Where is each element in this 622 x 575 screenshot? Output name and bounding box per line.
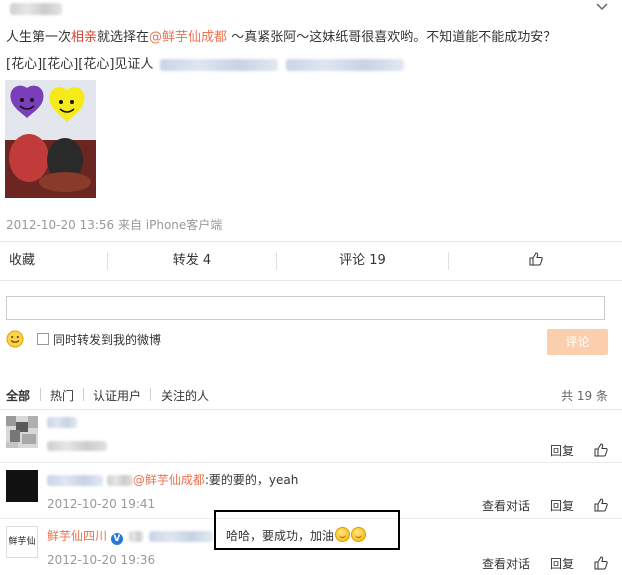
comment-text: 鲜芋仙四川 V [47,527,213,545]
reply-button[interactable]: 回复 [550,442,574,459]
commenter-name[interactable] [47,475,103,486]
verified-v-icon: V [110,533,123,545]
repost-checkbox[interactable] [37,333,49,345]
reply-button[interactable]: 回复 [550,497,574,514]
like-button[interactable] [449,242,622,280]
blurred-mention[interactable] [159,58,278,71]
post-text-line1: 人生第一次相亲就选择在@鲜芋仙成都 ～真紧张阿～这妹纸哥很喜欢哟。不知道能不能成… [6,30,557,45]
reply-button[interactable]: 回复 [550,555,574,572]
comment-filter-bar: 全部 热门 认证用户 关注的人 共 19 条 [0,379,622,410]
filter-verified[interactable]: 认证用户 [93,387,141,404]
post-photo[interactable] [5,80,96,198]
verified-badge [106,475,133,486]
post-author-name[interactable] [10,3,62,15]
highlight-box [214,510,400,550]
comment-time [47,441,107,451]
repost-checkbox-label[interactable]: 同时转发到我的微博 [53,331,161,348]
thumbs-up-icon [529,252,543,266]
commenter-name[interactable] [47,417,77,428]
filter-hot[interactable]: 热门 [50,387,74,404]
filter-following[interactable]: 关注的人 [161,387,209,404]
divider [150,388,151,401]
mention-link[interactable]: @鲜芋仙成都 [149,30,227,45]
post-meta: 2012-10-20 13:56 来自 iPhone客户端 [6,218,223,232]
comment-time: 2012-10-20 19:36 [47,553,156,567]
divider [40,388,41,401]
post-action-bar: 收藏 转发 4 评论 19 [0,241,622,281]
repost-button[interactable]: 转发 4 [108,242,276,280]
badge [128,531,143,542]
avatar[interactable]: 鲜芋仙 [6,526,38,558]
favorite-button[interactable]: 收藏 [0,242,44,280]
comment-time: 2012-10-20 19:41 [47,497,156,511]
divider [0,462,622,463]
emoji-smile-icon[interactable] [6,330,24,348]
filter-all[interactable]: 全部 [6,387,30,404]
avatar-logo-text: 鲜芋仙 [8,537,36,547]
commenter-name[interactable]: 鲜芋仙四川 [47,529,107,543]
submit-comment-button[interactable]: 评论 [547,329,608,355]
avatar[interactable] [6,470,38,502]
post-text-line2: [花心][花心][花心]见证人 [6,53,404,72]
thumbs-up-icon[interactable] [594,498,608,512]
avatar[interactable] [6,416,38,448]
thumbs-up-icon[interactable] [594,556,608,570]
blurred-mention[interactable] [148,531,213,542]
mention-link[interactable]: @鲜芋仙成都 [133,473,205,487]
comment-input[interactable] [6,296,605,320]
thumbs-up-icon[interactable] [594,443,608,457]
comment-total-count: 共 19 条 [561,389,608,403]
chevron-down-icon[interactable] [596,0,608,15]
view-conversation-link[interactable]: 查看对话 [482,497,530,514]
divider [83,388,84,401]
blurred-mention[interactable] [285,58,404,71]
comment-text: @鲜芋仙成都:要的要的，yeah [47,471,298,488]
hashtag-link[interactable]: 相亲 [71,30,97,45]
comment-button[interactable]: 评论 19 [277,242,448,280]
view-conversation-link[interactable]: 查看对话 [482,555,530,572]
